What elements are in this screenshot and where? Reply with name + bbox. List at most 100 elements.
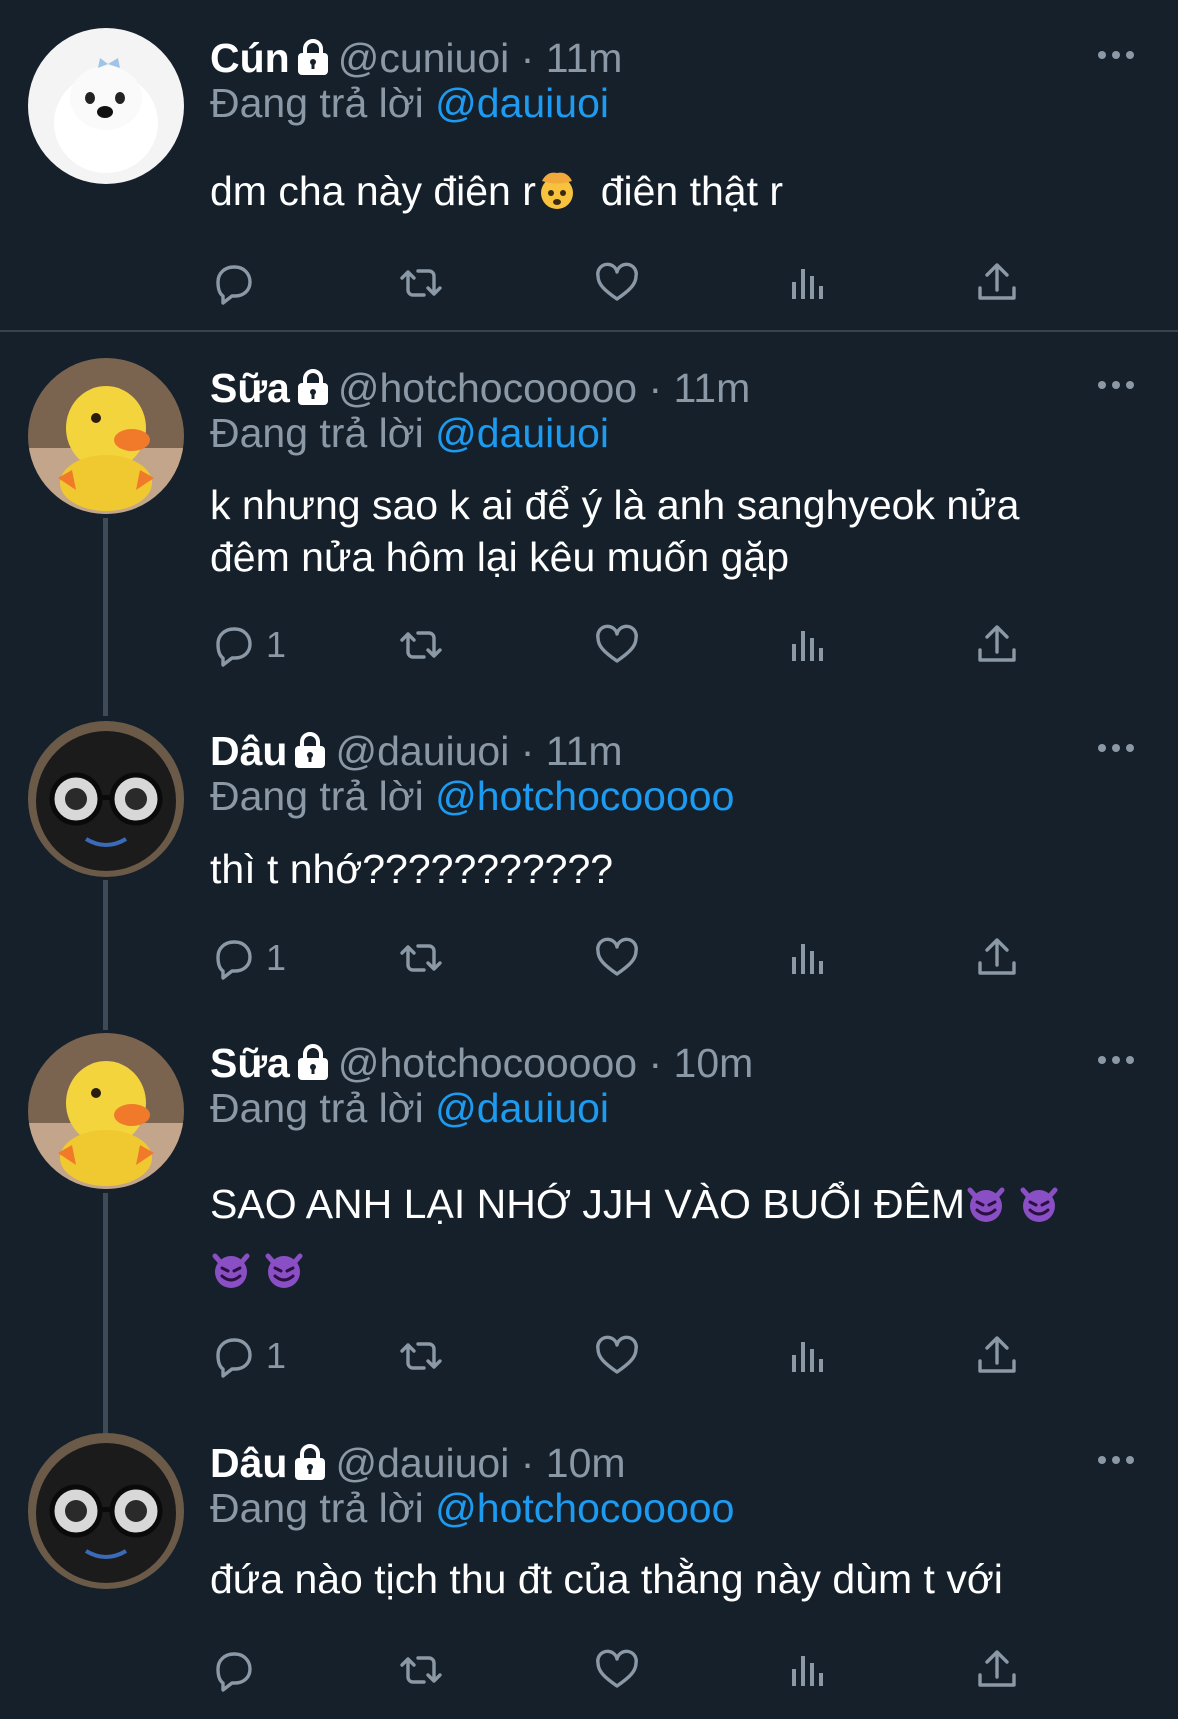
retweet-icon [398, 622, 444, 668]
reply-icon [210, 1333, 256, 1379]
display-name[interactable]: Cún [210, 35, 290, 82]
tweet-text: k nhưng sao k ai để ý là anh sanghyeok n… [210, 479, 1110, 583]
share-button[interactable] [974, 1331, 1020, 1381]
handle[interactable]: @hotchocooooo [338, 1040, 637, 1087]
display-name[interactable]: Dâu [210, 728, 287, 775]
smiling-devil-emoji-icon [965, 1182, 1007, 1224]
lock-icon [293, 731, 327, 769]
tweet-actions: 1 [210, 620, 1050, 670]
replying-to: Đang trả lời @dauiuoi [210, 80, 609, 127]
replying-to-label: Đang trả lời [210, 1085, 424, 1131]
display-name[interactable]: Sữa [210, 1040, 290, 1087]
retweet-icon [398, 1647, 444, 1693]
avatar[interactable] [28, 358, 184, 514]
handle[interactable]: @cuniuoi [338, 35, 510, 82]
views-icon [785, 935, 831, 981]
handle[interactable]: @dauiuoi [335, 728, 509, 775]
more-options-icon[interactable] [1096, 1053, 1136, 1067]
more-options-icon[interactable] [1096, 741, 1136, 755]
like-button[interactable] [594, 1331, 640, 1381]
share-button[interactable] [974, 933, 1020, 983]
mention-link[interactable]: @hotchocooooo [435, 773, 734, 819]
replying-to: Đang trả lời @dauiuoi [210, 410, 609, 457]
more-options-icon[interactable] [1096, 378, 1136, 392]
lock-icon [293, 1443, 327, 1481]
more-options-icon[interactable] [1096, 1453, 1136, 1467]
retweet-button[interactable] [398, 933, 444, 983]
reply-button[interactable] [210, 258, 266, 308]
mention-link[interactable]: @hotchocooooo [435, 1485, 734, 1531]
mention-link[interactable]: @dauiuoi [435, 1085, 609, 1131]
share-button[interactable] [974, 620, 1020, 670]
separator-dot: · [509, 1440, 546, 1486]
like-button[interactable] [594, 258, 640, 308]
reply-button[interactable]: 1 [210, 1331, 286, 1381]
display-name[interactable]: Sữa [210, 365, 290, 412]
retweet-icon [398, 935, 444, 981]
replying-to-label: Đang trả lời [210, 773, 424, 819]
views-button[interactable] [785, 933, 831, 983]
avatar[interactable] [28, 28, 184, 184]
views-button[interactable] [785, 1645, 831, 1695]
replying-to-label: Đang trả lời [210, 1485, 424, 1531]
separator-dot: · [637, 1040, 674, 1086]
views-button[interactable] [785, 258, 831, 308]
reply-button[interactable] [210, 1645, 266, 1695]
timestamp[interactable]: 10m [674, 1040, 754, 1087]
tweet-actions: 1 [210, 1331, 1050, 1381]
timestamp[interactable]: 11m [674, 365, 751, 412]
handle[interactable]: @dauiuoi [335, 1440, 509, 1487]
smiling-devil-emoji-icon [263, 1248, 305, 1290]
exploding-head-emoji-icon [536, 169, 578, 211]
mention-link[interactable]: @dauiuoi [435, 80, 609, 126]
share-icon [974, 260, 1020, 306]
heart-icon [594, 260, 640, 306]
heart-icon [594, 1647, 640, 1693]
like-button[interactable] [594, 620, 640, 670]
more-options-icon[interactable] [1096, 48, 1136, 62]
timestamp[interactable]: 11m [546, 728, 623, 775]
views-icon [785, 1333, 831, 1379]
mention-link[interactable]: @dauiuoi [435, 410, 609, 456]
retweet-button[interactable] [398, 1331, 444, 1381]
views-icon [785, 622, 831, 668]
like-button[interactable] [594, 1645, 640, 1695]
like-button[interactable] [594, 933, 640, 983]
share-button[interactable] [974, 258, 1020, 308]
tweet-header: Sữa @hotchocooooo · 10m [210, 1039, 1118, 1091]
reply-button[interactable]: 1 [210, 620, 286, 670]
avatar[interactable] [28, 1033, 184, 1189]
timestamp[interactable]: 10m [546, 1440, 626, 1487]
tweet-text-part: SAO ANH LẠI NHỚ JJH VÀO BUỔI ĐÊM [210, 1181, 966, 1227]
timestamp[interactable]: 11m [546, 35, 623, 82]
views-button[interactable] [785, 1331, 831, 1381]
replying-to-label: Đang trả lời [210, 80, 424, 126]
handle[interactable]: @hotchocooooo [338, 365, 637, 412]
tweet-text: dm cha này điên r điên thật r [210, 165, 1110, 217]
tweet-text: SAO ANH LẠI NHỚ JJH VÀO BUỔI ĐÊM [210, 1171, 1110, 1303]
avatar[interactable] [28, 721, 184, 877]
display-name[interactable]: Dâu [210, 1440, 287, 1487]
lock-icon [296, 368, 330, 406]
share-icon [974, 622, 1020, 668]
retweet-button[interactable] [398, 620, 444, 670]
tweet-header: Cún @cuniuoi · 11m [210, 34, 1118, 86]
reply-button[interactable]: 1 [210, 933, 286, 983]
tweet-text-part: dm cha này điên r [210, 168, 536, 214]
reply-thread: Cún @cuniuoi · 11m Đang trả lời @dauiuoi… [0, 0, 1178, 1719]
thread-line [103, 880, 108, 1030]
tweet-header: Sữa @hotchocooooo · 11m [210, 364, 1118, 416]
share-icon [974, 935, 1020, 981]
share-icon [974, 1333, 1020, 1379]
share-button[interactable] [974, 1645, 1020, 1695]
replying-to: Đang trả lời @dauiuoi [210, 1085, 609, 1132]
tweet-actions [210, 1645, 1050, 1695]
reply-count: 1 [266, 624, 287, 665]
tweet-actions: 1 [210, 933, 1050, 983]
avatar[interactable] [28, 1433, 184, 1589]
retweet-button[interactable] [398, 258, 444, 308]
tweet-actions [210, 258, 1050, 308]
smiling-devil-emoji-icon [210, 1248, 252, 1290]
views-button[interactable] [785, 620, 831, 670]
retweet-button[interactable] [398, 1645, 444, 1695]
